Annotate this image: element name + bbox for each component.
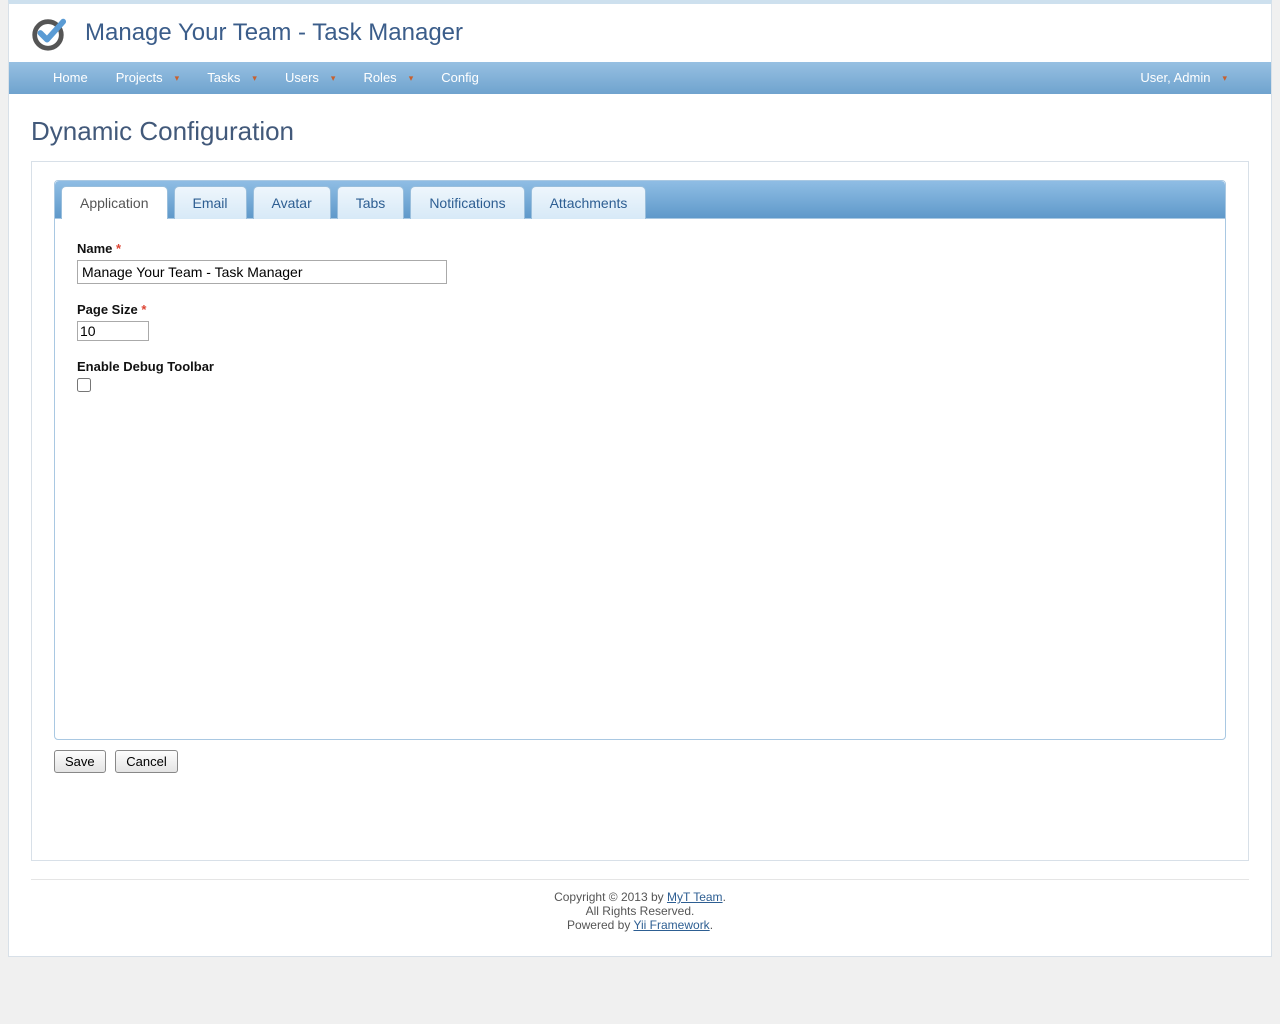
debug-checkbox[interactable] (77, 378, 91, 392)
tab-content: Name * Page Size * Enable Debug Too (55, 219, 1225, 739)
save-button[interactable]: Save (54, 750, 106, 773)
nav-users[interactable]: Users (271, 62, 349, 94)
tab-strip: Application Email Avatar Tabs Notificati… (55, 181, 1225, 219)
required-asterisk: * (116, 241, 121, 256)
tab-attachments[interactable]: Attachments (531, 186, 647, 219)
main-nav: Home Projects Tasks Users Roles Config U… (9, 62, 1271, 94)
app-logo-icon (29, 14, 67, 52)
footer-copyright: Copyright © 2013 by (554, 890, 667, 904)
pagesize-label: Page Size * (77, 302, 1203, 317)
nav-user-menu[interactable]: User, Admin (1126, 62, 1241, 94)
footer-dot2: . (710, 918, 713, 932)
required-asterisk: * (141, 302, 146, 317)
debug-label: Enable Debug Toolbar (77, 359, 1203, 374)
footer-dot1: . (723, 890, 726, 904)
footer: Copyright © 2013 by MyT Team. All Rights… (31, 879, 1249, 946)
footer-framework-link[interactable]: Yii Framework (633, 918, 709, 932)
pagesize-label-text: Page Size (77, 302, 138, 317)
nav-tasks[interactable]: Tasks (193, 62, 271, 94)
nav-projects[interactable]: Projects (102, 62, 194, 94)
tab-avatar[interactable]: Avatar (253, 186, 331, 219)
pagesize-input[interactable] (77, 321, 149, 341)
tabs-container: Application Email Avatar Tabs Notificati… (54, 180, 1226, 740)
nav-config[interactable]: Config (427, 62, 493, 94)
content-box: Application Email Avatar Tabs Notificati… (31, 161, 1249, 861)
tab-email[interactable]: Email (174, 186, 247, 219)
app-title: Manage Your Team - Task Manager (85, 19, 463, 47)
tab-notifications[interactable]: Notifications (410, 186, 524, 219)
header-bar: Manage Your Team - Task Manager (9, 4, 1271, 62)
footer-team-link[interactable]: MyT Team (667, 890, 723, 904)
nav-roles[interactable]: Roles (349, 62, 427, 94)
page-title: Dynamic Configuration (9, 112, 1271, 161)
name-label-text: Name (77, 241, 112, 256)
cancel-button[interactable]: Cancel (115, 750, 177, 773)
footer-rights: All Rights Reserved. (31, 904, 1249, 918)
footer-poweredby: Powered by (567, 918, 634, 932)
name-input[interactable] (77, 260, 447, 284)
name-label: Name * (77, 241, 1203, 256)
tab-tabs[interactable]: Tabs (337, 186, 405, 219)
tab-application[interactable]: Application (61, 186, 168, 219)
nav-home[interactable]: Home (39, 62, 102, 94)
